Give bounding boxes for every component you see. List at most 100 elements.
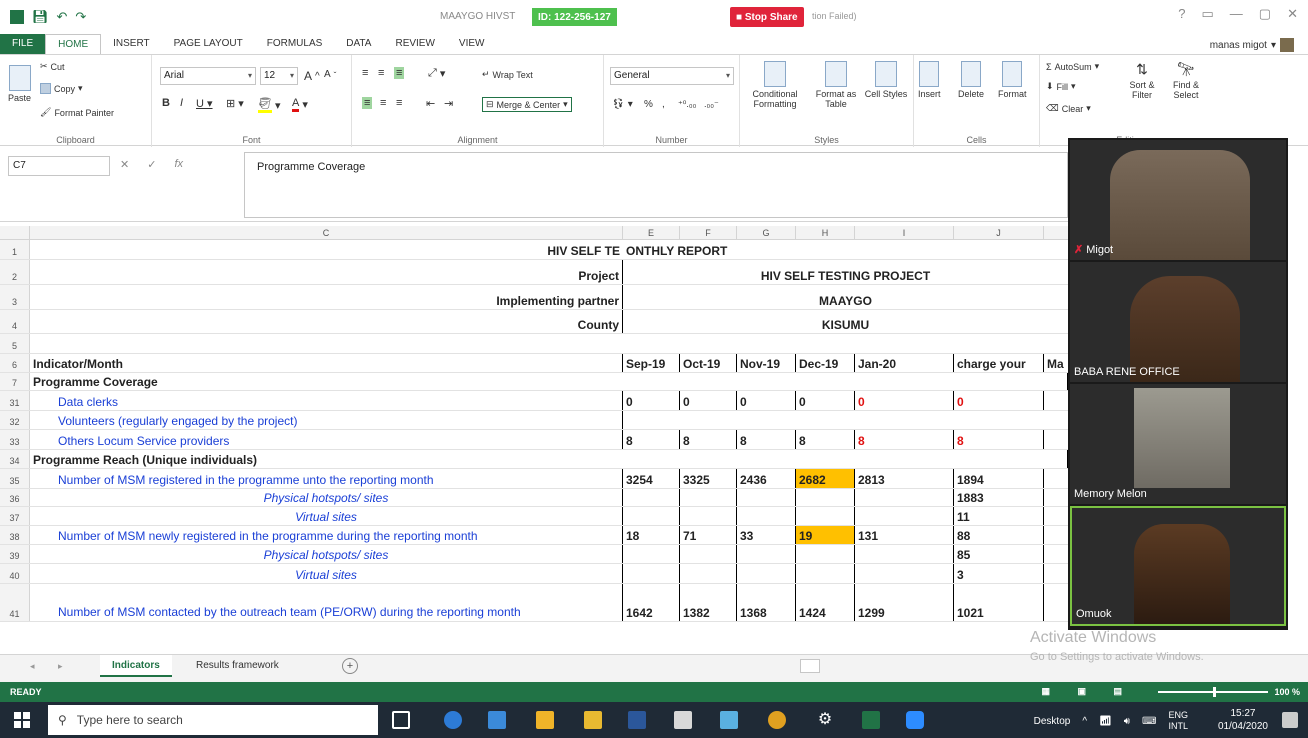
table-cell[interactable] bbox=[680, 507, 737, 525]
bold-button[interactable]: B bbox=[162, 97, 170, 109]
store-icon[interactable] bbox=[536, 711, 554, 729]
insert-cells-button[interactable]: Insert bbox=[918, 61, 941, 99]
table-cell[interactable]: Virtual sites bbox=[30, 507, 623, 525]
table-cell[interactable]: KISUMU bbox=[623, 310, 1068, 333]
column-header-j[interactable]: J bbox=[954, 226, 1044, 240]
cell-styles-button[interactable]: Cell Styles bbox=[864, 61, 908, 99]
fill-button[interactable]: ⬇ Fill ▾ bbox=[1046, 81, 1076, 92]
table-cell[interactable]: Dec-19 bbox=[796, 354, 855, 372]
cancel-icon[interactable]: ✕ bbox=[120, 158, 129, 171]
table-cell[interactable] bbox=[796, 545, 855, 563]
table-cell[interactable]: 2813 bbox=[855, 469, 954, 488]
table-cell[interactable]: 8 bbox=[737, 430, 796, 449]
currency-button[interactable]: 💱︎ ▾ bbox=[612, 99, 633, 110]
font-family-select[interactable]: Arial bbox=[160, 67, 256, 85]
table-cell[interactable]: Programme Coverage bbox=[30, 373, 1068, 390]
table-cell[interactable] bbox=[623, 507, 680, 525]
table-cell[interactable]: 2436 bbox=[737, 469, 796, 488]
undo-icon[interactable]: ↶ bbox=[57, 9, 68, 25]
table-cell[interactable]: 3 bbox=[954, 564, 1044, 583]
stop-share-button[interactable]: ■ Stop Share bbox=[730, 7, 804, 27]
table-cell[interactable]: 2682 bbox=[796, 469, 855, 488]
row-number[interactable]: 36 bbox=[0, 489, 30, 506]
grow-font-button[interactable]: A ^ bbox=[304, 69, 320, 83]
align-bottom-button[interactable]: ≡ bbox=[394, 67, 405, 79]
row-number[interactable]: 7 bbox=[0, 373, 30, 390]
table-cell[interactable] bbox=[796, 489, 855, 506]
increase-decimal-button[interactable]: ⁺⁰.₀₀ bbox=[678, 99, 696, 110]
table-cell[interactable]: 88 bbox=[954, 526, 1044, 544]
table-cell[interactable]: Number of MSM registered in the programm… bbox=[30, 469, 623, 488]
table-cell[interactable]: 0 bbox=[623, 391, 680, 410]
table-cell[interactable]: 18 bbox=[623, 526, 680, 544]
orientation-button[interactable]: ⤢ ▾ bbox=[428, 67, 445, 80]
zoom-level[interactable]: 100 % bbox=[1274, 687, 1300, 697]
page-break-view-icon[interactable]: ▤ bbox=[1113, 686, 1122, 697]
screen-share-bar[interactable]: ID: 122-256-127 bbox=[532, 8, 617, 26]
chrome-icon[interactable] bbox=[768, 711, 786, 729]
font-size-select[interactable]: 12 bbox=[260, 67, 298, 85]
increase-indent-button[interactable]: ⇥ bbox=[444, 97, 453, 110]
paint-icon[interactable] bbox=[720, 711, 738, 729]
tab-formulas[interactable]: FORMULAS bbox=[255, 34, 335, 54]
table-cell[interactable] bbox=[623, 489, 680, 506]
help-icon[interactable]: ? bbox=[1178, 6, 1185, 22]
table-cell[interactable]: 8 bbox=[623, 430, 680, 449]
table-cell[interactable]: 1382 bbox=[680, 584, 737, 621]
table-cell[interactable]: 19 bbox=[796, 526, 855, 544]
table-cell[interactable]: 3254 bbox=[623, 469, 680, 488]
table-cell[interactable]: HIV SELF TESTING PROJECT bbox=[623, 260, 1068, 284]
table-cell[interactable] bbox=[680, 564, 737, 583]
word-icon[interactable] bbox=[628, 711, 646, 729]
edge-browser-icon[interactable] bbox=[444, 711, 462, 729]
tab-data[interactable]: DATA bbox=[334, 34, 383, 54]
row-number[interactable]: 2 bbox=[0, 260, 30, 284]
table-cell[interactable]: Virtual sites bbox=[30, 564, 623, 583]
table-cell[interactable]: 11 bbox=[954, 507, 1044, 525]
format-cells-button[interactable]: Format bbox=[998, 61, 1027, 99]
conditional-formatting-button[interactable]: Conditional Formatting bbox=[744, 61, 806, 109]
table-cell[interactable]: 0 bbox=[737, 391, 796, 410]
italic-button[interactable]: I bbox=[180, 97, 183, 109]
comma-button[interactable]: , bbox=[662, 99, 665, 110]
excel-icon[interactable] bbox=[862, 711, 880, 729]
row-number[interactable]: 41 bbox=[0, 584, 30, 621]
table-cell[interactable]: 0 bbox=[796, 391, 855, 410]
enter-icon[interactable]: ✓ bbox=[147, 158, 156, 171]
table-cell[interactable]: 33 bbox=[737, 526, 796, 544]
keyboard-icon[interactable]: ⌨ bbox=[1142, 716, 1156, 727]
table-cell[interactable] bbox=[737, 489, 796, 506]
delete-cells-button[interactable]: Delete bbox=[958, 61, 984, 99]
task-view-icon[interactable] bbox=[392, 711, 410, 729]
cut-button[interactable]: ✂ Cut bbox=[40, 61, 65, 72]
align-middle-button[interactable]: ≡ bbox=[378, 67, 384, 79]
table-cell[interactable]: Data clerks bbox=[30, 391, 623, 410]
font-color-button[interactable]: A ▾ bbox=[292, 97, 308, 112]
sheet-tab-indicators[interactable]: Indicators bbox=[100, 655, 172, 677]
row-number[interactable]: 3 bbox=[0, 285, 30, 309]
table-cell[interactable]: Indicator/Month bbox=[30, 354, 623, 372]
column-header-f[interactable]: F bbox=[680, 226, 737, 240]
zoom-app-icon[interactable] bbox=[906, 711, 924, 729]
align-center-button[interactable]: ≡ bbox=[380, 97, 386, 109]
horizontal-scrollbar[interactable] bbox=[800, 659, 820, 673]
row-number[interactable]: 38 bbox=[0, 526, 30, 544]
formula-input[interactable]: Programme Coverage bbox=[244, 152, 1068, 218]
table-cell[interactable]: Programme Reach (Unique individuals) bbox=[30, 450, 1068, 468]
ribbon-display-icon[interactable]: ▭ bbox=[1202, 6, 1214, 22]
table-cell[interactable]: Sep-19 bbox=[623, 354, 680, 372]
percent-button[interactable]: % bbox=[644, 99, 653, 110]
table-cell[interactable] bbox=[680, 489, 737, 506]
settings-gear-icon[interactable]: ⚙ bbox=[816, 711, 834, 729]
table-cell[interactable]: 85 bbox=[954, 545, 1044, 563]
table-cell[interactable]: Physical hotspots/ sites bbox=[30, 489, 623, 506]
align-top-button[interactable]: ≡ bbox=[362, 67, 368, 79]
network-icon[interactable]: 📶︎ bbox=[1099, 716, 1112, 727]
row-number[interactable]: 33 bbox=[0, 430, 30, 449]
row-number[interactable]: 35 bbox=[0, 469, 30, 488]
windows-start-icon[interactable] bbox=[14, 712, 30, 728]
paste-button[interactable]: Paste bbox=[8, 65, 31, 103]
participant-tile[interactable]: Memory Melon bbox=[1070, 384, 1286, 504]
minimize-icon[interactable]: — bbox=[1230, 6, 1243, 22]
store-badge-icon[interactable] bbox=[488, 711, 506, 729]
